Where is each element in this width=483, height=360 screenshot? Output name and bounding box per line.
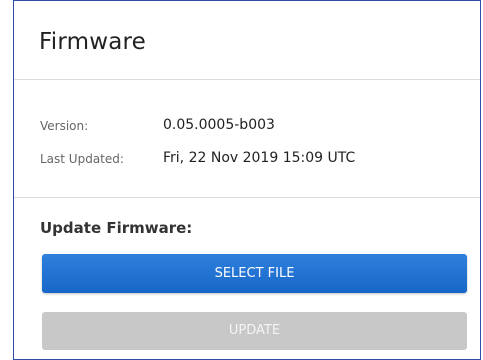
version-label: Version: bbox=[40, 119, 89, 133]
update-button[interactable]: UPDATE bbox=[42, 312, 467, 350]
firmware-panel: Firmware Version: 0.05.0005-b003 Last Up… bbox=[13, 0, 481, 360]
version-value: 0.05.0005-b003 bbox=[163, 117, 275, 133]
last-updated-value: Fri, 22 Nov 2019 15:09 UTC bbox=[163, 150, 356, 166]
last-updated-label: Last Updated: bbox=[40, 152, 124, 166]
update-firmware-section: Update Firmware: SELECT FILE UPDATE bbox=[14, 198, 480, 358]
panel-title: Firmware bbox=[39, 29, 147, 55]
update-firmware-title: Update Firmware: bbox=[40, 219, 193, 237]
select-file-button[interactable]: SELECT FILE bbox=[42, 254, 467, 293]
panel-header: Firmware bbox=[14, 1, 480, 80]
firmware-info: Version: 0.05.0005-b003 Last Updated: Fr… bbox=[14, 80, 480, 198]
